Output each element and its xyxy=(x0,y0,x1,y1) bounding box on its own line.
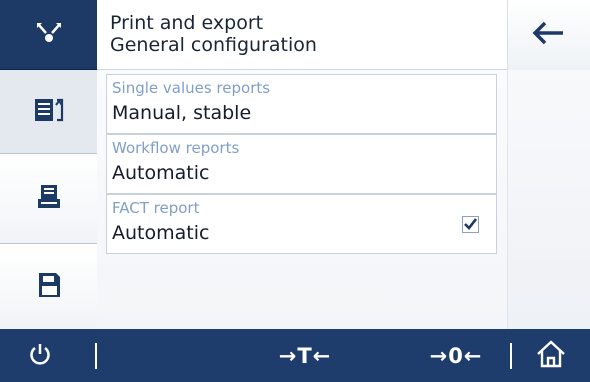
sidebar-item-reports[interactable] xyxy=(0,70,97,154)
arrow-left-icon xyxy=(531,21,567,49)
sidebar-item-network[interactable] xyxy=(0,0,97,70)
zero-label: →0← xyxy=(429,343,483,368)
power-button[interactable] xyxy=(18,329,62,382)
sidebar xyxy=(0,0,97,329)
page-title: Print and export xyxy=(110,12,264,34)
setting-value: Automatic xyxy=(112,162,210,184)
setting-value: Automatic xyxy=(112,222,210,244)
divider xyxy=(95,343,97,369)
home-button[interactable] xyxy=(526,329,576,382)
zero-button[interactable]: →0← xyxy=(412,329,500,382)
setting-label: FACT report xyxy=(112,199,200,217)
setting-label: Workflow reports xyxy=(112,139,240,157)
fact-report-checkbox[interactable] xyxy=(462,216,479,233)
back-button[interactable] xyxy=(507,0,590,70)
bottom-bar: →T← →0← xyxy=(0,329,590,382)
setting-label: Single values reports xyxy=(112,79,271,97)
home-icon xyxy=(536,339,566,372)
page-subtitle: General configuration xyxy=(110,34,317,56)
right-pane xyxy=(507,70,590,329)
setting-fact-report[interactable]: FACT report Automatic xyxy=(106,194,497,254)
tare-button[interactable]: →T← xyxy=(265,329,345,382)
save-icon xyxy=(37,272,61,302)
setting-value: Manual, stable xyxy=(112,102,252,124)
report-icon xyxy=(33,97,65,127)
settings-list: Single values reports Manual, stable Wor… xyxy=(97,70,507,329)
printer-icon xyxy=(37,184,61,214)
network-icon xyxy=(35,21,63,49)
power-icon xyxy=(28,342,52,370)
checkmark-icon xyxy=(464,215,478,234)
sidebar-item-save[interactable] xyxy=(0,244,97,329)
page-header: Print and export General configuration xyxy=(97,0,507,70)
tare-label: →T← xyxy=(278,343,332,368)
sidebar-item-print[interactable] xyxy=(0,154,97,244)
divider xyxy=(510,343,512,369)
setting-workflow-reports[interactable]: Workflow reports Automatic xyxy=(106,134,497,194)
setting-single-values-reports[interactable]: Single values reports Manual, stable xyxy=(106,74,497,134)
